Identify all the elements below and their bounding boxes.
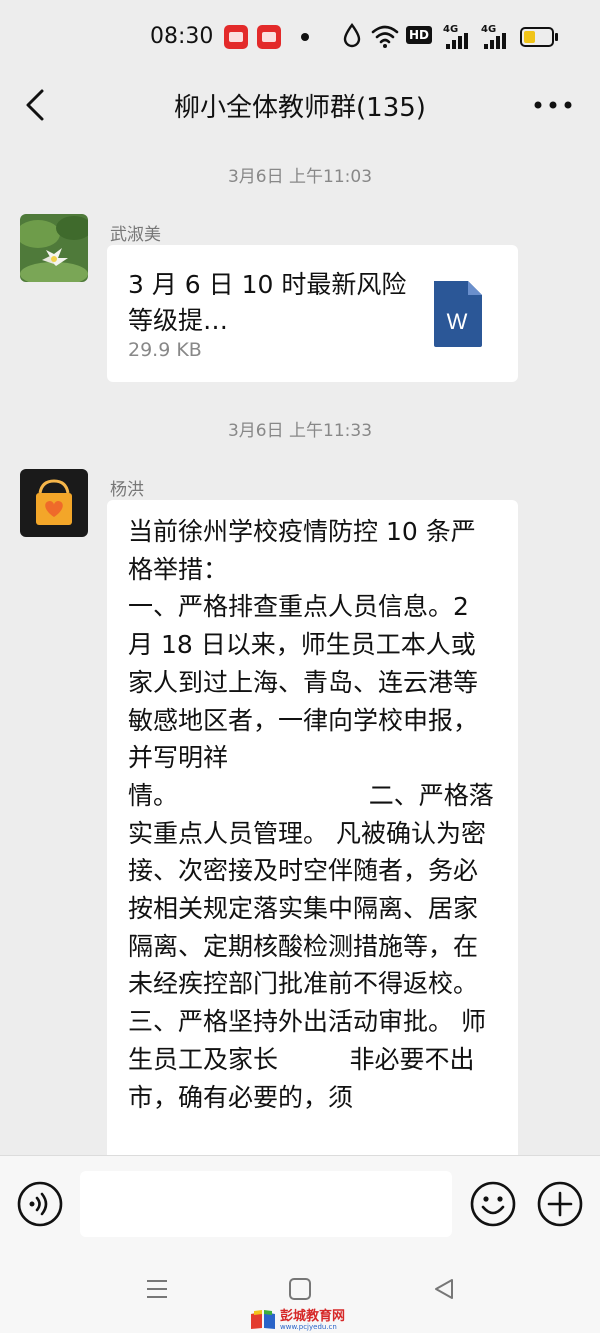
text-message-bubble[interactable]: 当前徐州学校疫情防控 10 条严格举措： 一、严格排查重点人员信息。2 月 18… [107, 500, 518, 1200]
sender-name: 武淑美 [110, 225, 161, 245]
more-icon[interactable] [533, 101, 573, 109]
file-name: 3 月 6 日 10 时最新风险等级提… [128, 270, 407, 335]
watermark-url: www.pcjyedu.cn [280, 1322, 337, 1331]
book-logo-icon [251, 1310, 275, 1329]
watermark: 彭城教育网 www.pcjyedu.cn [250, 1307, 345, 1333]
menu-icon[interactable] [145, 1277, 169, 1301]
chat-title: 柳小全体教师群(135) [174, 93, 426, 123]
message-input[interactable] [80, 1171, 452, 1237]
hd-icon: HD [406, 26, 433, 44]
chat-input-bar [0, 1155, 600, 1255]
home-icon[interactable] [288, 1277, 312, 1301]
app-notification-icon [257, 25, 281, 49]
status-time: 08:30 [150, 24, 214, 49]
word-document-icon: W [434, 281, 482, 347]
app-notification-icon [224, 25, 248, 49]
emoji-icon[interactable] [470, 1181, 516, 1227]
status-bar: 08:30 HD 4G 4G [0, 0, 600, 75]
water-drop-icon [343, 23, 361, 48]
signal-icon [446, 33, 468, 49]
system-nav-bar: 彭城教育网 www.pcjyedu.cn [0, 1255, 600, 1333]
file-size: 29.9 KB [128, 339, 202, 361]
dot-icon [301, 33, 309, 41]
plus-icon[interactable] [537, 1181, 583, 1227]
avatar[interactable] [20, 214, 88, 282]
watermark-text: 彭城教育网 [280, 1308, 346, 1324]
signal-icon [484, 33, 506, 49]
voice-icon[interactable] [17, 1181, 63, 1227]
message-timestamp: 3月6日 上午11:33 [227, 421, 373, 441]
word-icon-letter: W [447, 309, 468, 334]
battery-icon [520, 27, 554, 47]
message-text: 当前徐州学校疫情防控 10 条严格举措： 一、严格排查重点人员信息。2 月 18… [128, 517, 494, 1112]
wifi-icon [371, 25, 399, 48]
avatar[interactable] [20, 469, 88, 537]
file-message-bubble[interactable]: 3 月 6 日 10 时最新风险等级提… 29.9 KB W [107, 245, 518, 382]
shopping-bag-avatar-image [20, 469, 88, 537]
chat-header: 柳小全体教师群(135) [0, 75, 600, 135]
lotus-avatar-image [20, 214, 88, 282]
message-timestamp: 3月6日 上午11:03 [227, 167, 373, 187]
back-triangle-icon[interactable] [432, 1277, 456, 1301]
sender-name: 杨洪 [110, 480, 144, 500]
